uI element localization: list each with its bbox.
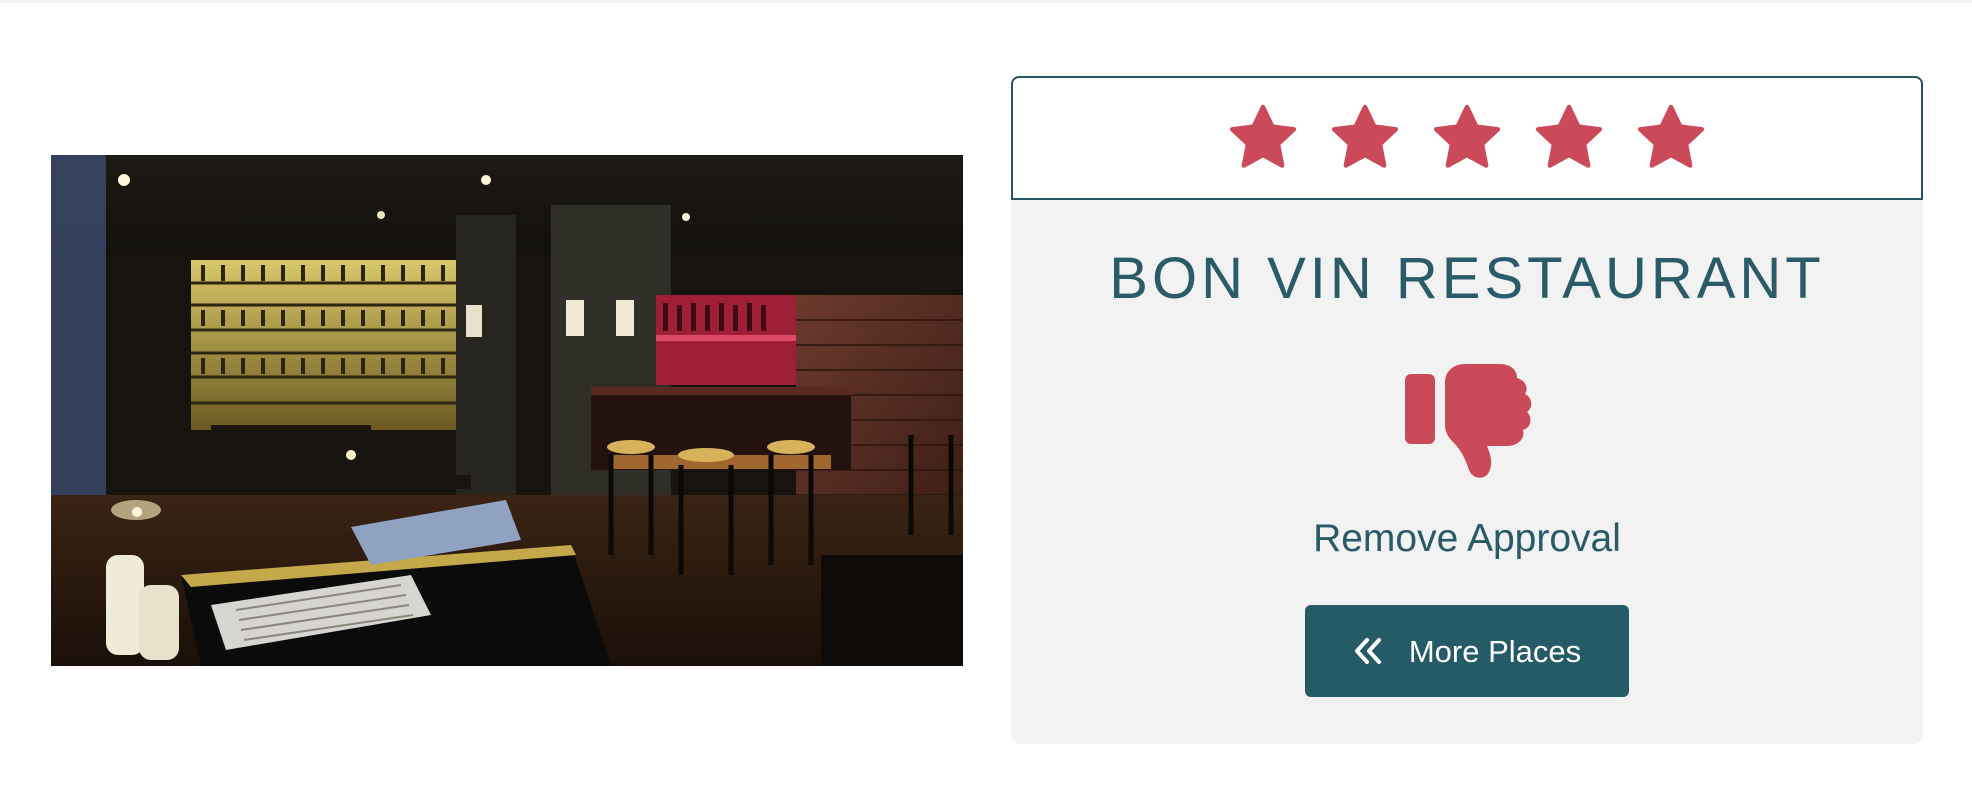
star-icon <box>1229 104 1297 168</box>
more-places-button[interactable]: More Places <box>1305 605 1629 697</box>
place-card: BON VIN RESTAURANT Remove Approval More … <box>1011 76 1923 744</box>
star-icon <box>1637 104 1705 168</box>
thumbs-down-icon[interactable] <box>1403 360 1533 480</box>
rating-stars <box>1011 76 1923 200</box>
more-places-label: More Places <box>1408 633 1582 669</box>
restaurant-photo <box>51 155 963 666</box>
place-title: BON VIN RESTAURANT <box>1109 246 1825 311</box>
remove-approval-label[interactable]: Remove Approval <box>1011 519 1923 558</box>
star-icon <box>1433 104 1501 168</box>
star-icon <box>1331 104 1399 168</box>
top-divider <box>0 0 1972 3</box>
double-chevron-left-icon <box>1354 638 1381 664</box>
star-icon <box>1535 104 1603 168</box>
